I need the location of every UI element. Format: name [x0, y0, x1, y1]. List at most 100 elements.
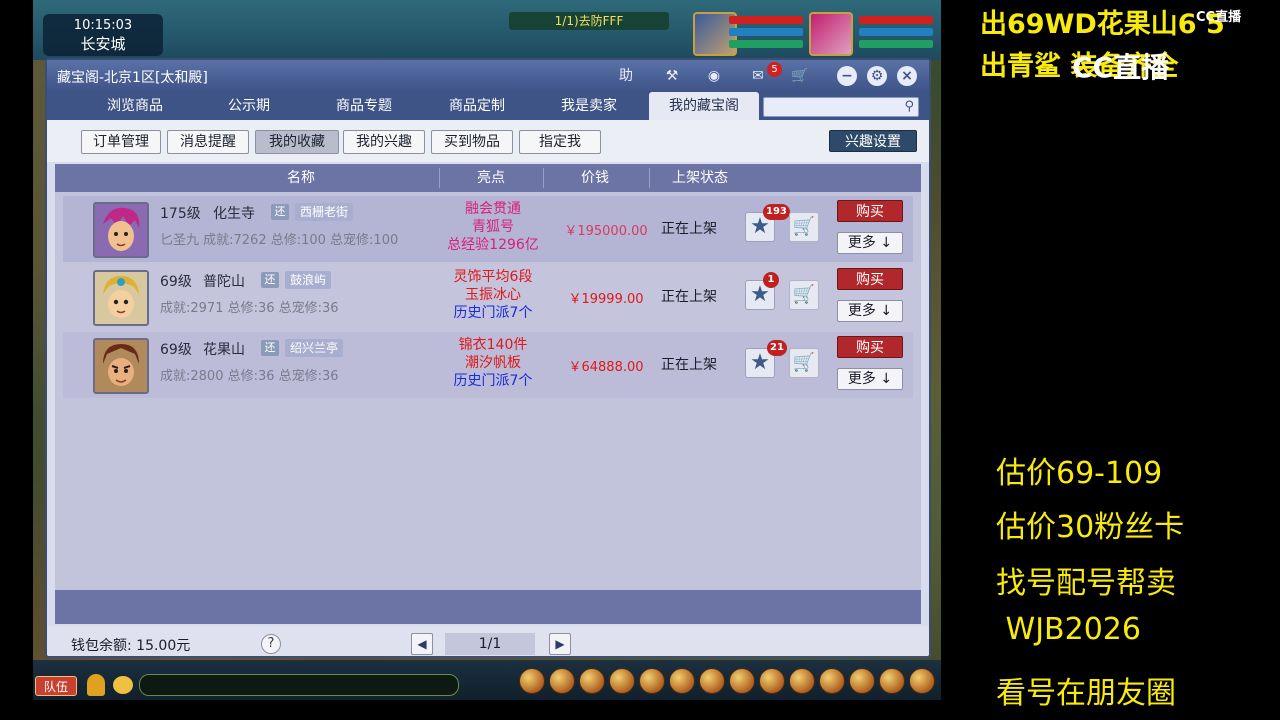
listing-status: 正在上架 — [661, 221, 717, 237]
table-row[interactable]: 175级 化生寺 还 西栅老街 匕圣九 成就:7262 总修:100 总宠修:1… — [63, 196, 913, 262]
task-tracker[interactable]: 1/1)去防FFF — [509, 12, 669, 30]
tab-public-period[interactable]: 公示期 — [193, 92, 305, 120]
overlay-headline-1: 出69WD花果山6 5 — [980, 9, 1225, 40]
prev-page-button[interactable]: ◀ — [411, 633, 433, 655]
help-icon[interactable]: ? — [261, 634, 281, 654]
player-portrait[interactable] — [809, 12, 853, 56]
table-row[interactable]: 69级 花果山 还 绍兴兰亭 成就:2800 总修:36 总宠修:36 锦衣14… — [63, 332, 913, 398]
price: ￥195000.00 — [564, 224, 648, 239]
hud-icon-8[interactable] — [729, 668, 755, 694]
wallet-balance: 钱包余额: 15.00元 — [71, 638, 191, 654]
highlight-line: 青狐号 — [472, 219, 514, 235]
hud-icon-3[interactable] — [579, 668, 605, 694]
minimap-clock[interactable]: 10:15:03 长安城 — [43, 14, 163, 56]
page-indicator: 1/1 — [445, 633, 535, 655]
subtab-purchased-items[interactable]: 买到物品 — [431, 130, 513, 154]
add-to-cart-icon[interactable]: 🛒 — [789, 280, 819, 310]
cc-live-logo: CC直播 — [1072, 51, 1170, 84]
table-footer-band — [55, 590, 921, 624]
hud-icon-13[interactable] — [879, 668, 905, 694]
highlight-line: 潮汐帆板 — [465, 355, 521, 371]
column-price: 价钱 — [581, 170, 609, 186]
tab-seller[interactable]: 我是卖家 — [531, 92, 647, 120]
buy-button[interactable]: 购买 — [837, 200, 903, 222]
subtab-order-management[interactable]: 订单管理 — [81, 130, 161, 154]
window-title: 藏宝阁-北京1区[太和殿] — [57, 70, 208, 86]
server-badge: 西栅老街 — [295, 203, 354, 221]
tab-my-treasure[interactable]: 我的藏宝阁 — [649, 92, 759, 120]
window-footer: 钱包余额: 15.00元 ? ◀ 1/1 ▶ — [47, 626, 929, 656]
hud-icon-4[interactable] — [609, 668, 635, 694]
message-icon[interactable]: ✉ — [747, 66, 769, 86]
tab-custom-goods[interactable]: 商品定制 — [423, 92, 531, 120]
character-level: 175级 — [160, 206, 201, 222]
add-to-cart-icon[interactable]: 🛒 — [789, 348, 819, 378]
window-titlebar[interactable]: 藏宝阁-北京1区[太和殿] 助 ⚒ ◉ ✉ 5 🛒 − ⚙ × — [47, 60, 929, 92]
cart-icon[interactable]: 🛒 — [789, 66, 811, 86]
search-icon[interactable]: ⚲ — [904, 99, 914, 114]
emoji-icon[interactable] — [113, 676, 133, 694]
highlights: 灵饰平均6段 玉振冰心 历史门派7个 — [443, 268, 543, 322]
hud-icon-9[interactable] — [759, 668, 785, 694]
return-tag: 还 — [261, 272, 279, 288]
close-icon[interactable]: × — [897, 66, 917, 86]
microphone-icon[interactable] — [87, 674, 105, 696]
highlight-line: 锦衣140件 — [458, 337, 528, 353]
subtab-designated-me[interactable]: 指定我 — [519, 130, 601, 154]
help-assistant-icon[interactable]: 助 — [615, 66, 637, 86]
hud-icon-10[interactable] — [789, 668, 815, 694]
record-icon[interactable]: ◉ — [703, 66, 725, 86]
subtab-my-favorites[interactable]: 我的收藏 — [255, 130, 339, 154]
overlay-side-line: 估价69-109 — [996, 456, 1163, 491]
hud-icon-7[interactable] — [699, 668, 725, 694]
hud-icon-11[interactable] — [819, 668, 845, 694]
hud-icon-14[interactable] — [909, 668, 935, 694]
character-school: 化生寺 — [213, 206, 255, 222]
favorite-count-badge: 193 — [763, 204, 790, 220]
favorite-count-badge: 1 — [763, 272, 779, 288]
tab-browse-goods[interactable]: 浏览商品 — [77, 92, 193, 120]
server-badge: 鼓浪屿 — [285, 271, 332, 289]
add-to-cart-icon[interactable]: 🛒 — [789, 212, 819, 242]
more-button[interactable]: 更多 ↓ — [837, 232, 903, 254]
settings-icon[interactable]: ⚙ — [867, 66, 887, 86]
subtab-message-reminder[interactable]: 消息提醒 — [167, 130, 249, 154]
hud-icon-12[interactable] — [849, 668, 875, 694]
highlights: 锦衣140件 潮汐帆板 历史门派7个 — [443, 336, 543, 390]
subtab-my-interests[interactable]: 我的兴趣 — [343, 130, 425, 154]
more-button[interactable]: 更多 ↓ — [837, 368, 903, 390]
hammer-icon[interactable]: ⚒ — [661, 66, 683, 86]
main-nav: 浏览商品 公示期 商品专题 商品定制 我是卖家 我的藏宝阁 ⚲ — [47, 92, 929, 120]
sub-nav: 订单管理 消息提醒 我的收藏 我的兴趣 买到物品 指定我 兴趣设置 — [47, 120, 929, 162]
pet-status-bars — [729, 16, 803, 52]
hud-icon-6[interactable] — [669, 668, 695, 694]
minimize-icon[interactable]: − — [837, 66, 857, 86]
character-stats: 成就:2800 总修:36 总宠修:36 — [160, 369, 339, 384]
chat-input[interactable] — [139, 674, 459, 696]
hud-icon-2[interactable] — [549, 668, 575, 694]
price: ￥64888.00 — [568, 360, 644, 375]
search-input[interactable]: ⚲ — [763, 97, 919, 117]
tab-goods-topics[interactable]: 商品专题 — [305, 92, 423, 120]
interest-settings-button[interactable]: 兴趣设置 — [829, 130, 917, 152]
character-level: 69级 — [160, 274, 192, 290]
hud-icon-1[interactable] — [519, 668, 545, 694]
avatar[interactable] — [93, 202, 149, 258]
avatar[interactable] — [93, 270, 149, 326]
buy-button[interactable]: 购买 — [837, 268, 903, 290]
favorites-table: 名称 亮点 价钱 上架状态 175级 化生寺 还 西栅老街 匕圣九 成就:726… — [55, 164, 921, 590]
team-button[interactable]: 队伍 — [35, 676, 77, 696]
avatar[interactable] — [93, 338, 149, 394]
table-row[interactable]: 69级 普陀山 还 鼓浪屿 成就:2971 总修:36 总宠修:36 灵饰平均6… — [63, 264, 913, 330]
return-tag: 还 — [271, 204, 289, 220]
next-page-button[interactable]: ▶ — [549, 633, 571, 655]
highlights: 融会贯通 青狐号 总经验1296亿 — [443, 200, 543, 254]
player-status-bars — [859, 16, 933, 52]
return-tag: 还 — [261, 340, 279, 356]
column-divider — [543, 168, 544, 188]
buy-button[interactable]: 购买 — [837, 336, 903, 358]
more-button[interactable]: 更多 ↓ — [837, 300, 903, 322]
character-school: 普陀山 — [203, 274, 245, 290]
hud-icon-5[interactable] — [639, 668, 665, 694]
overlay-side-line: 估价30粉丝卡 — [996, 510, 1185, 545]
